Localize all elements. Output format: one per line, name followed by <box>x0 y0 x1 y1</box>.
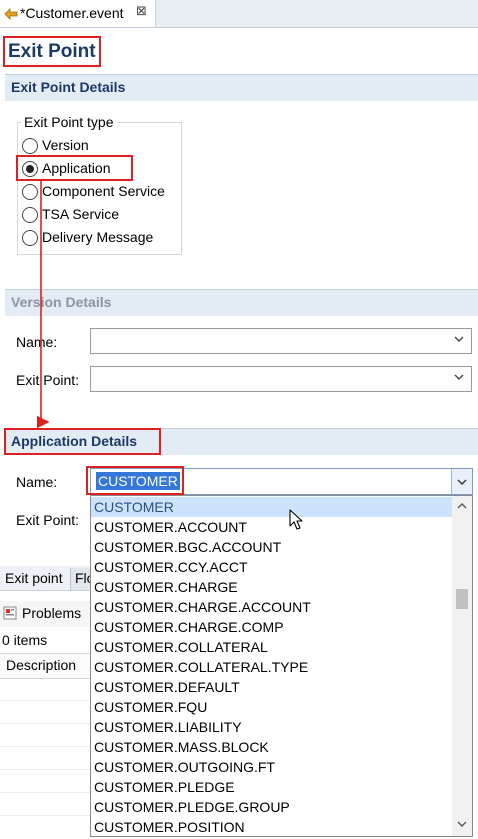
version-details-header[interactable]: Version Details <box>5 289 478 316</box>
table-row <box>0 746 90 747</box>
chevron-down-icon[interactable] <box>453 333 465 345</box>
exit-point-details-title: Exit Point Details <box>11 79 126 95</box>
version-exit-point-combo[interactable] <box>90 366 472 392</box>
dropdown-option[interactable]: CUSTOMER.BGC.ACCOUNT <box>91 537 454 557</box>
radio-version[interactable] <box>22 138 38 154</box>
radio-version-label[interactable]: Version <box>42 137 89 153</box>
application-name-dropdown-button[interactable] <box>451 469 472 494</box>
problems-icon <box>3 606 17 620</box>
exit-point-details-header[interactable]: Exit Point Details <box>5 74 478 101</box>
scroll-down-icon[interactable] <box>456 819 468 829</box>
problems-tab-title[interactable]: Problems <box>22 605 81 621</box>
radio-tsa-service[interactable] <box>22 207 38 223</box>
dropdown-option[interactable]: CUSTOMER.CHARGE.COMP <box>91 617 454 637</box>
mouse-cursor-icon <box>289 509 303 530</box>
version-details-title: Version Details <box>11 294 112 310</box>
event-file-icon <box>4 8 18 20</box>
radio-component-service-label[interactable]: Component Service <box>42 183 165 199</box>
radio-tsa-service-label[interactable]: TSA Service <box>42 206 119 222</box>
version-name-label: Name: <box>16 334 58 350</box>
chevron-down-icon <box>457 479 467 485</box>
application-name-label: Name: <box>16 474 58 490</box>
editor-tab-title: *Customer.event <box>20 5 124 21</box>
dropdown-option[interactable]: CUSTOMER.ACCOUNT <box>91 517 454 537</box>
description-column-header[interactable]: Description <box>6 657 76 673</box>
table-row <box>0 723 90 724</box>
dropdown-option[interactable]: CUSTOMER.CCY.ACCT <box>91 557 454 577</box>
radio-delivery-message[interactable] <box>22 230 38 246</box>
problems-item-count: 0 items <box>2 632 48 648</box>
application-details-highlight-box <box>4 428 161 455</box>
dropdown-option[interactable]: CUSTOMER.POSITION <box>91 817 454 836</box>
radio-delivery-message-label[interactable]: Delivery Message <box>42 229 153 245</box>
application-name-dropdown-list[interactable]: CUSTOMER CUSTOMER.ACCOUNT CUSTOMER.BGC.ACC… <box>90 495 473 837</box>
application-exit-point-label: Exit Point: <box>16 512 80 528</box>
dropdown-option[interactable]: CUSTOMER.FQU <box>91 697 454 717</box>
dropdown-option[interactable]: CUSTOMER.CHARGE.ACCOUNT <box>91 597 454 617</box>
tab-flow[interactable]: Flo <box>70 568 94 590</box>
dropdown-option[interactable]: CUSTOMER.OUTGOING.FT <box>91 757 454 777</box>
tab-exit-point[interactable]: Exit point <box>5 570 63 586</box>
dropdown-option[interactable]: CUSTOMER.COLLATERAL.TYPE <box>91 657 454 677</box>
chevron-down-icon[interactable] <box>453 371 465 383</box>
dropdown-option[interactable]: CUSTOMER.PLEDGE.GROUP <box>91 797 454 817</box>
dropdown-option[interactable]: CUSTOMER.CHARGE <box>91 577 454 597</box>
application-name-highlight-box <box>86 466 184 495</box>
version-name-combo[interactable] <box>90 328 472 354</box>
dropdown-option[interactable]: CUSTOMER.PLEDGE <box>91 777 454 797</box>
dropdown-option[interactable]: CUSTOMER.DEFAULT <box>91 677 454 697</box>
close-tab-icon[interactable]: ⊠ <box>136 3 147 19</box>
table-row <box>0 700 90 701</box>
radio-component-service[interactable] <box>22 184 38 200</box>
table-row <box>0 815 90 816</box>
page-title: Exit Point <box>3 36 101 67</box>
editor-tab[interactable]: *Customer.event ⊠ <box>0 0 156 27</box>
table-row <box>0 792 90 793</box>
scroll-up-icon[interactable] <box>456 501 468 511</box>
dropdown-option[interactable]: CUSTOMER.LIABILITY <box>91 717 454 737</box>
dropdown-option[interactable]: CUSTOMER <box>91 497 454 517</box>
dropdown-option[interactable]: CUSTOMER.MASS.BLOCK <box>91 737 454 757</box>
table-row <box>0 769 90 770</box>
exit-point-type-legend: Exit Point type <box>21 114 117 130</box>
dropdown-option[interactable]: CUSTOMER.COLLATERAL <box>91 637 454 657</box>
version-exit-point-label: Exit Point: <box>16 372 80 388</box>
scrollbar-thumb[interactable] <box>456 589 468 609</box>
application-highlight-box <box>16 155 133 181</box>
dropdown-scrollbar[interactable] <box>452 496 472 836</box>
